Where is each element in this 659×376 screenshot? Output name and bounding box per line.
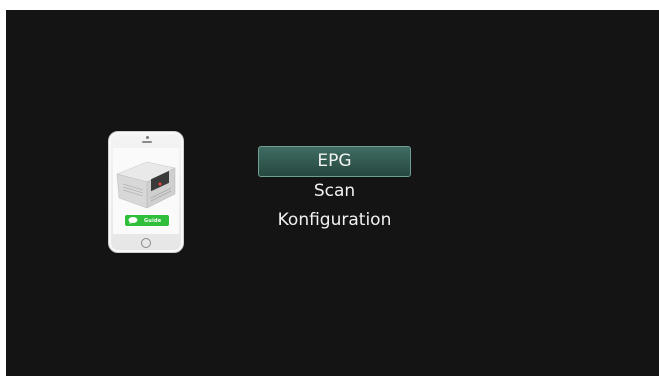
menu-item-konfiguration[interactable]: Konfiguration: [258, 206, 411, 235]
guide-label: Guide: [144, 217, 162, 224]
chat-icon: [128, 217, 138, 224]
phone-speaker: [142, 141, 152, 143]
phone-screen: Guide: [113, 148, 179, 234]
main-menu: EPG Scan Konfiguration: [258, 146, 411, 235]
phone-camera: [146, 136, 149, 139]
menu-item-scan[interactable]: Scan: [258, 177, 411, 206]
guide-button[interactable]: Guide: [125, 215, 169, 226]
tv-screen: Guide EPG Scan Konfiguration: [6, 10, 659, 376]
phone-guide-icon[interactable]: Guide: [108, 131, 184, 253]
menu-item-epg[interactable]: EPG: [258, 146, 411, 177]
phone-home-button: [141, 238, 151, 248]
